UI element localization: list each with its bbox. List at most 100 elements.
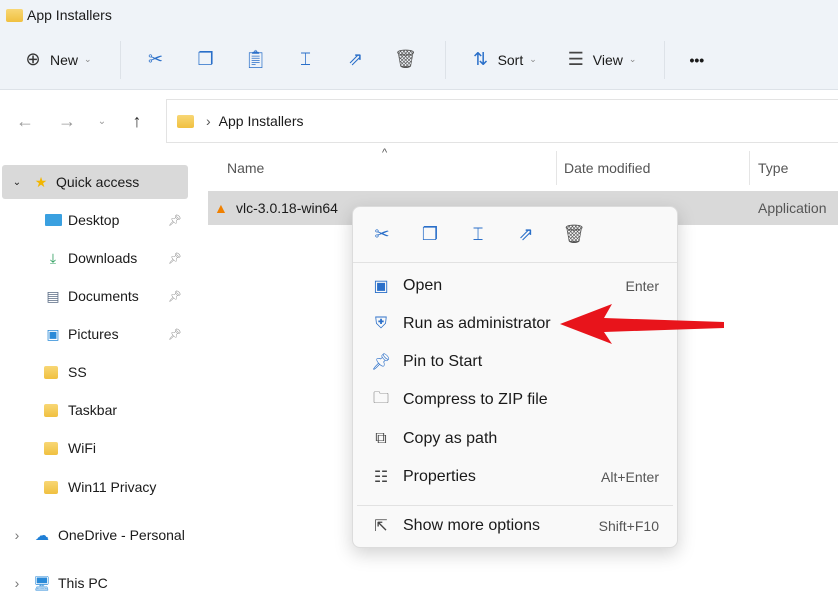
open-icon: ▣ — [373, 278, 389, 295]
column-header-name[interactable]: Name — [227, 160, 264, 176]
column-header-date-modified[interactable]: Date modified — [564, 160, 650, 176]
sort-ascending-icon: ^ — [382, 147, 388, 159]
sidebar-item-desktop[interactable]: Desktop 📌︎ — [44, 203, 186, 237]
sidebar-item-downloads[interactable]: ⤓ Downloads 📌︎ — [44, 241, 186, 275]
more-icon: ••• — [689, 51, 705, 68]
divider — [664, 40, 666, 79]
chevron-down-icon: ⌄ — [529, 54, 537, 64]
navigation-pane: ⌄ ★ Quick access Desktop 📌︎ ⤓ Downloads 📌︎ ▤ D… — [0, 151, 190, 600]
menu-item-compress-zip[interactable]: 🗀 Compress to ZIP file — [353, 382, 677, 418]
folder-icon — [44, 364, 62, 380]
rename-icon: ⌶ — [300, 49, 311, 69]
rename-icon[interactable]: ⌶ — [465, 222, 491, 248]
delete-icon[interactable]: 🗑︎ — [561, 222, 587, 248]
sidebar-item-wifi[interactable]: WiFi — [44, 431, 186, 465]
column-resize-handle[interactable] — [556, 151, 557, 185]
sidebar-item-quick-access[interactable]: ⌄ ★ Quick access — [2, 165, 188, 199]
properties-icon: ☷ — [373, 469, 389, 486]
share-icon[interactable]: ⇗ — [513, 222, 539, 248]
delete-button[interactable]: 🗑︎ — [394, 49, 417, 71]
paste-button[interactable]: 📋︎ — [244, 49, 267, 71]
rename-button[interactable]: ⌶ — [295, 49, 317, 71]
copy-icon: ❐ — [197, 49, 214, 69]
chevron-right-icon: › — [14, 527, 20, 543]
menu-divider — [357, 505, 673, 506]
share-button[interactable]: ⇗ — [345, 49, 367, 71]
sort-label: Sort — [497, 51, 524, 68]
download-icon: ⤓ — [49, 249, 57, 266]
sidebar-item-taskbar[interactable]: Taskbar — [44, 393, 186, 427]
column-headers: Name ^ Date modified Type — [190, 147, 838, 189]
cut-button[interactable]: ✂ — [145, 49, 167, 71]
sidebar-item-this-pc[interactable]: › 🖥︎ This PC — [2, 566, 188, 600]
chevron-down-icon: ⌄ — [84, 54, 92, 64]
divider — [444, 40, 446, 79]
new-button[interactable]: ⊕ New ⌄ — [22, 49, 92, 71]
menu-item-label: Compress to ZIP file — [403, 391, 548, 408]
pin-icon: 📌︎ — [168, 290, 182, 303]
up-button[interactable]: ↑ — [116, 111, 158, 132]
path-icon: ⧉ — [375, 430, 387, 447]
more-button[interactable]: ••• — [689, 52, 704, 68]
sidebar-item-label: Taskbar — [68, 402, 118, 418]
view-label: View — [592, 51, 623, 68]
sidebar-item-onedrive[interactable]: › ☁ OneDrive - Personal — [2, 518, 188, 552]
navigation-bar: ← → ⌄ ↑ › App Installers — [0, 91, 838, 151]
sidebar-item-label: OneDrive - Personal — [58, 527, 185, 543]
sidebar-item-label: Downloads — [68, 250, 138, 266]
title-bar: App Installers — [0, 0, 838, 30]
folder-icon — [177, 114, 194, 128]
breadcrumb-app-installers[interactable]: App Installers — [219, 113, 304, 129]
folder-icon — [44, 402, 62, 418]
more-options-icon: ⇱ — [374, 518, 388, 535]
menu-item-copy-as-path[interactable]: ⧉ Copy as path — [353, 421, 677, 457]
sort-icon: ⇅ — [473, 49, 489, 69]
sidebar-item-ss[interactable]: SS — [44, 355, 186, 389]
sidebar-item-label: Desktop — [68, 212, 120, 228]
copy-button[interactable]: ❐ — [195, 49, 217, 71]
menu-item-label: Pin to Start — [403, 353, 483, 370]
trash-icon: 🗑︎ — [394, 49, 417, 69]
context-menu-quick-actions: ✂ ❐ ⌶ ⇗ 🗑︎ — [353, 207, 677, 263]
document-icon: ▤ — [46, 287, 60, 304]
cut-icon[interactable]: ✂ — [369, 222, 395, 248]
menu-item-show-more-options[interactable]: ⇱ Show more options Shift+F10 — [353, 508, 677, 544]
copy-icon[interactable]: ❐ — [417, 222, 443, 248]
paste-icon: 📋︎ — [244, 49, 267, 69]
column-resize-handle[interactable] — [749, 151, 750, 185]
back-button[interactable]: ← — [4, 111, 46, 132]
forward-button[interactable]: → — [46, 111, 88, 132]
menu-item-shortcut: Alt+Enter — [601, 469, 659, 485]
chevron-down-icon: ⌄ — [628, 54, 637, 64]
menu-item-properties[interactable]: ☷ Properties Alt+Enter — [353, 459, 677, 495]
sidebar-item-documents[interactable]: ▤ Documents 📌︎ — [44, 279, 186, 313]
view-button[interactable]: ☰ View ⌄ — [565, 49, 637, 71]
recent-dropdown[interactable]: ⌄ — [88, 116, 116, 127]
menu-item-label: Show more options — [403, 517, 540, 534]
column-header-type[interactable]: Type — [758, 160, 788, 176]
folder-icon — [44, 479, 62, 495]
chevron-right-icon: › — [14, 575, 20, 591]
scissors-icon: ✂ — [148, 49, 164, 69]
sidebar-item-label: WiFi — [68, 440, 96, 456]
menu-item-open[interactable]: ▣ Open Enter — [353, 268, 677, 304]
pin-icon: 📌︎ — [168, 214, 182, 227]
sidebar-item-pictures[interactable]: ▣ Pictures 📌︎ — [44, 317, 186, 351]
view-icon: ☰ — [567, 49, 584, 69]
sidebar-item-label: Documents — [68, 288, 139, 304]
sidebar-item-label: This PC — [58, 575, 108, 591]
pc-icon: 🖥︎ — [33, 574, 51, 591]
window-title: App Installers — [27, 7, 112, 23]
pin-icon: 📌︎ — [371, 354, 392, 371]
pin-icon: 📌︎ — [168, 252, 182, 265]
folder-icon — [44, 440, 62, 456]
zip-folder-icon: 🗀 — [372, 389, 389, 407]
pin-icon: 📌︎ — [168, 328, 182, 341]
menu-item-pin-to-start[interactable]: 📌︎ Pin to Start — [353, 344, 677, 380]
menu-item-shortcut: Shift+F10 — [598, 518, 659, 534]
sidebar-item-label: Pictures — [68, 326, 119, 342]
address-bar[interactable]: › App Installers — [166, 99, 838, 143]
sort-button[interactable]: ⇅ Sort ⌄ — [470, 49, 537, 71]
sidebar-item-win11-privacy[interactable]: Win11 Privacy — [44, 470, 186, 504]
breadcrumb-separator: › — [206, 113, 211, 129]
